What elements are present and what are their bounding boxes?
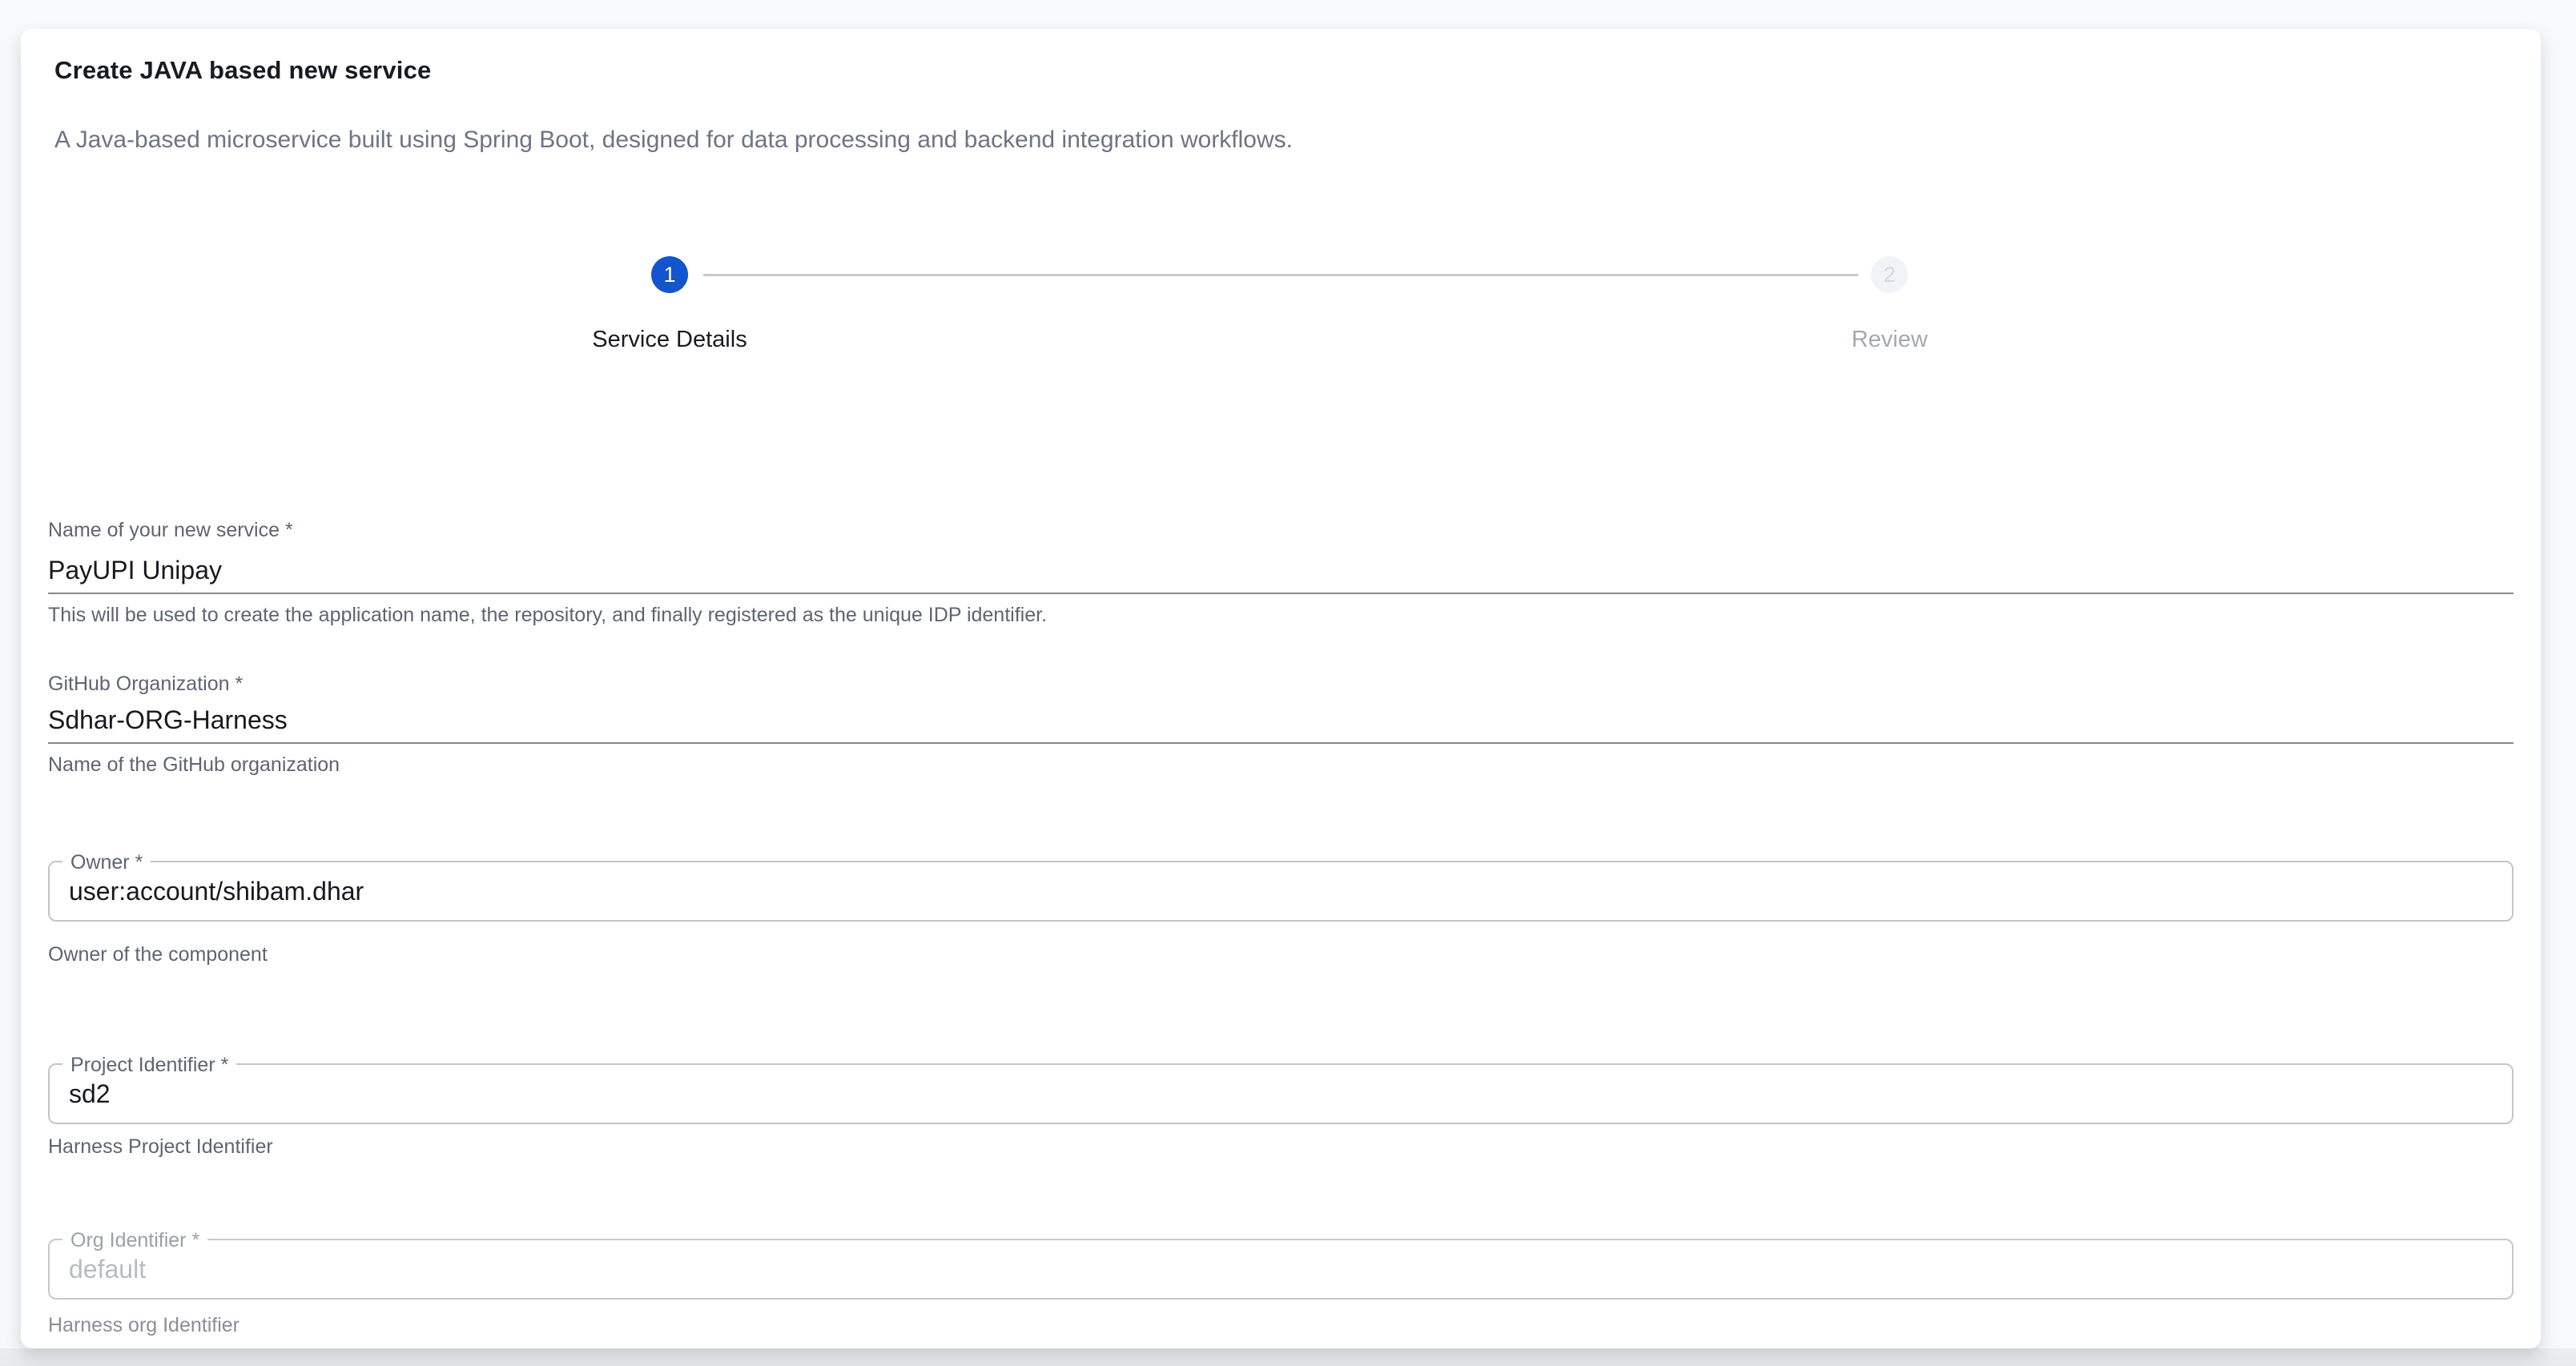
owner-input[interactable] — [50, 862, 2512, 920]
step-1-number: 1 — [663, 263, 675, 287]
step-1-circle: 1 — [651, 256, 688, 293]
org-identifier-label: Org Identifier * — [62, 1228, 207, 1252]
service-name-helper: This will be used to create the applicat… — [48, 604, 1047, 627]
service-name-label: Name of your new service * — [48, 519, 293, 542]
create-service-card: Create JAVA based new service A Java-bas… — [21, 29, 2541, 1348]
project-identifier-label: Project Identifier * — [62, 1053, 236, 1077]
step-2-label: Review — [1729, 327, 2050, 353]
step-1-label: Service Details — [509, 327, 830, 353]
step-2-number: 2 — [1883, 263, 1895, 287]
org-identifier-helper: Harness org Identifier — [48, 1314, 239, 1337]
step-2-circle: 2 — [1871, 256, 1908, 293]
org-identifier-input[interactable] — [50, 1240, 2512, 1298]
github-org-input[interactable] — [48, 697, 2514, 744]
owner-label: Owner * — [62, 850, 151, 874]
github-org-helper: Name of the GitHub organization — [48, 753, 340, 777]
project-identifier-input[interactable] — [50, 1065, 2512, 1123]
project-identifier-helper: Harness Project Identifier — [48, 1135, 273, 1159]
owner-helper: Owner of the component — [48, 943, 268, 966]
stepper-connector — [703, 274, 1858, 276]
page-description: A Java-based microservice built using Sp… — [54, 127, 1293, 154]
page-title: Create JAVA based new service — [54, 56, 431, 85]
page-background-strip — [0, 1348, 2576, 1366]
github-org-label: GitHub Organization * — [48, 673, 243, 696]
service-name-input[interactable] — [48, 548, 2514, 594]
